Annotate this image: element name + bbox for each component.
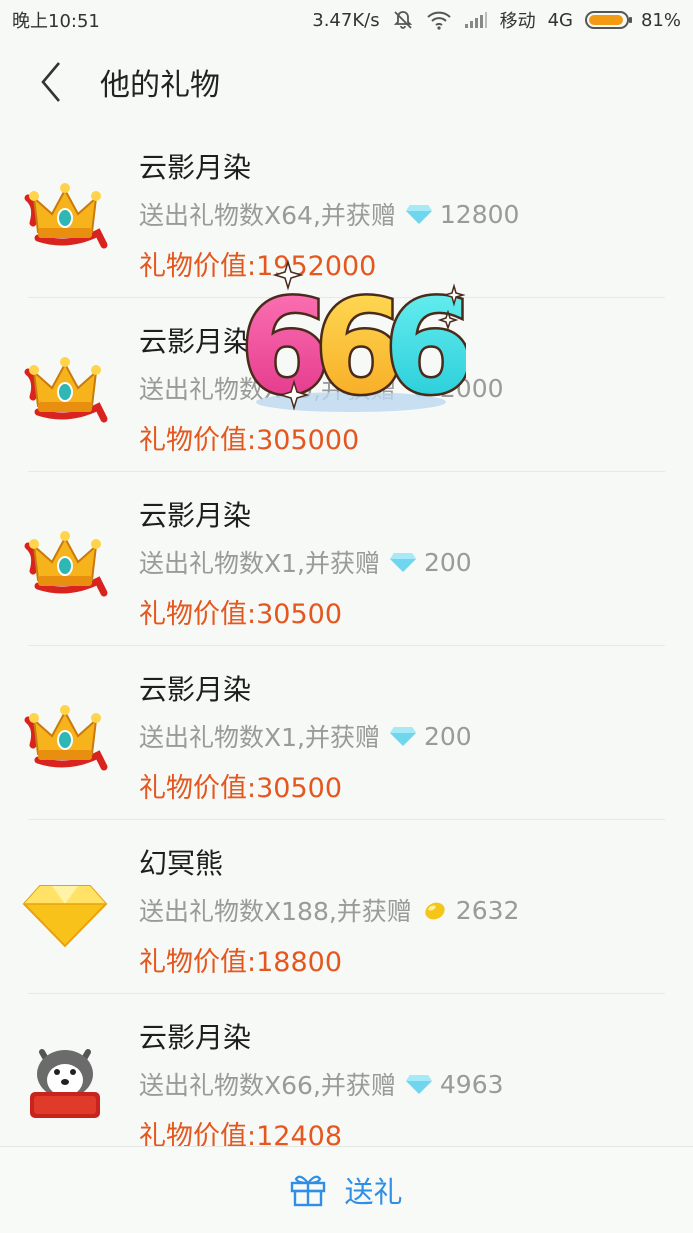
gift-count: 送出礼物数X188,并获赠 2632: [139, 892, 519, 928]
reward-amount: 12800: [439, 199, 520, 229]
send-gift-bar[interactable]: 送礼: [0, 1146, 693, 1233]
gift-name: 云影月染: [139, 325, 252, 358]
network-type: 4G: [547, 9, 573, 31]
list-item[interactable]: 云影月染 送出礼物数X66,并获赠 4963 礼物价值:12408: [28, 994, 665, 1168]
gift-count: 送出礼物数X66,并获赠 4963: [139, 1066, 504, 1102]
mute-bell-icon: [392, 9, 414, 31]
battery-icon: [584, 11, 632, 29]
network-speed: 3.47K/s: [312, 9, 380, 31]
reward-amount: 200: [423, 547, 472, 577]
gift-count: 送出礼物数X1,并获赠 200: [139, 718, 472, 754]
gift-value: 礼物价值:18800: [139, 940, 342, 979]
gift-count: 送出礼物数X64,并获赠 12800: [139, 196, 519, 232]
diamond-icon: [389, 553, 416, 572]
status-bar: 晚上10:51 3.47K/s 移动 4G 81%: [0, 0, 693, 40]
list-item[interactable]: 云影月染 送出礼物数X1,并获赠 200 礼物价值:30500: [24, 646, 665, 820]
chevron-left-icon: [41, 62, 60, 102]
crown-icon: [24, 183, 108, 249]
yellow-diamond-icon: [22, 885, 108, 948]
gift-name: 云影月染: [139, 1021, 252, 1054]
gift-value: 礼物价值:30500: [139, 766, 342, 805]
gift-count-text: 送出礼物数X66,并获赠: [139, 1071, 396, 1100]
gift-value-label: 礼物价值:: [139, 599, 257, 630]
gold-bean-icon: [425, 902, 445, 920]
crown-icon: [24, 705, 108, 771]
crown-icon: [24, 357, 108, 423]
gift-name: 云影月染: [139, 151, 252, 184]
list-item[interactable]: 云影月染 送出礼物数X1,并获赠 200 礼物价值:30500: [24, 472, 665, 646]
gift-name: 云影月染: [139, 499, 252, 532]
header: 他的礼物: [0, 40, 693, 124]
reward-amount: 200: [423, 721, 472, 751]
battery-percent: 81%: [640, 9, 681, 31]
reward-amount: 2632: [455, 895, 520, 925]
diamond-icon: [389, 727, 416, 746]
signal-icon: [464, 11, 488, 29]
carrier-label: 移动: [499, 11, 536, 32]
gift-value-label: 礼物价值:: [139, 773, 257, 804]
diamond-icon: [405, 205, 432, 224]
diamond-icon: [405, 1075, 432, 1094]
back-button[interactable]: [16, 40, 86, 124]
gift-value-number: 30500: [256, 599, 343, 630]
gift-value-number: 18800: [256, 947, 343, 978]
gift-box-icon: [291, 1175, 326, 1207]
crown-icon: [24, 531, 108, 597]
list-item[interactable]: 幻冥熊 送出礼物数X188,并获赠 2632 礼物价值:18800: [22, 820, 665, 994]
status-right: 3.47K/s 移动 4G 81%: [312, 7, 681, 33]
gift-count: 送出礼物数X1,并获赠 200: [139, 544, 472, 580]
gift-name: 云影月染: [139, 673, 252, 706]
gift-value: 礼物价值:30500: [139, 592, 342, 631]
wifi-icon: [426, 10, 452, 30]
gift-count-text: 送出礼物数X64,并获赠: [139, 201, 396, 230]
gift-value-number: 305000: [256, 425, 360, 456]
sticker-666: 6 6 6: [238, 259, 466, 422]
gift-value-label: 礼物价值:: [139, 425, 257, 456]
gift-count-text: 送出礼物数X1,并获赠: [139, 723, 380, 752]
gift-value: 礼物价值:305000: [139, 418, 359, 457]
gift-count-text: 送出礼物数X1,并获赠: [139, 549, 380, 578]
send-gift-button[interactable]: 送礼: [344, 1169, 402, 1211]
gift-value-number: 30500: [256, 773, 343, 804]
screen: 晚上10:51 3.47K/s 移动 4G 81% 他的礼物 云影月染 送出礼物…: [0, 0, 693, 1233]
husky-new-year-icon: [30, 1049, 100, 1118]
page-title: 他的礼物: [100, 68, 220, 103]
gift-value-label: 礼物价值:: [139, 947, 257, 978]
status-time: 晚上10:51: [12, 11, 100, 32]
gift-name: 幻冥熊: [139, 847, 224, 880]
gift-count-text: 送出礼物数X188,并获赠: [139, 897, 412, 926]
reward-amount: 4963: [439, 1069, 504, 1099]
